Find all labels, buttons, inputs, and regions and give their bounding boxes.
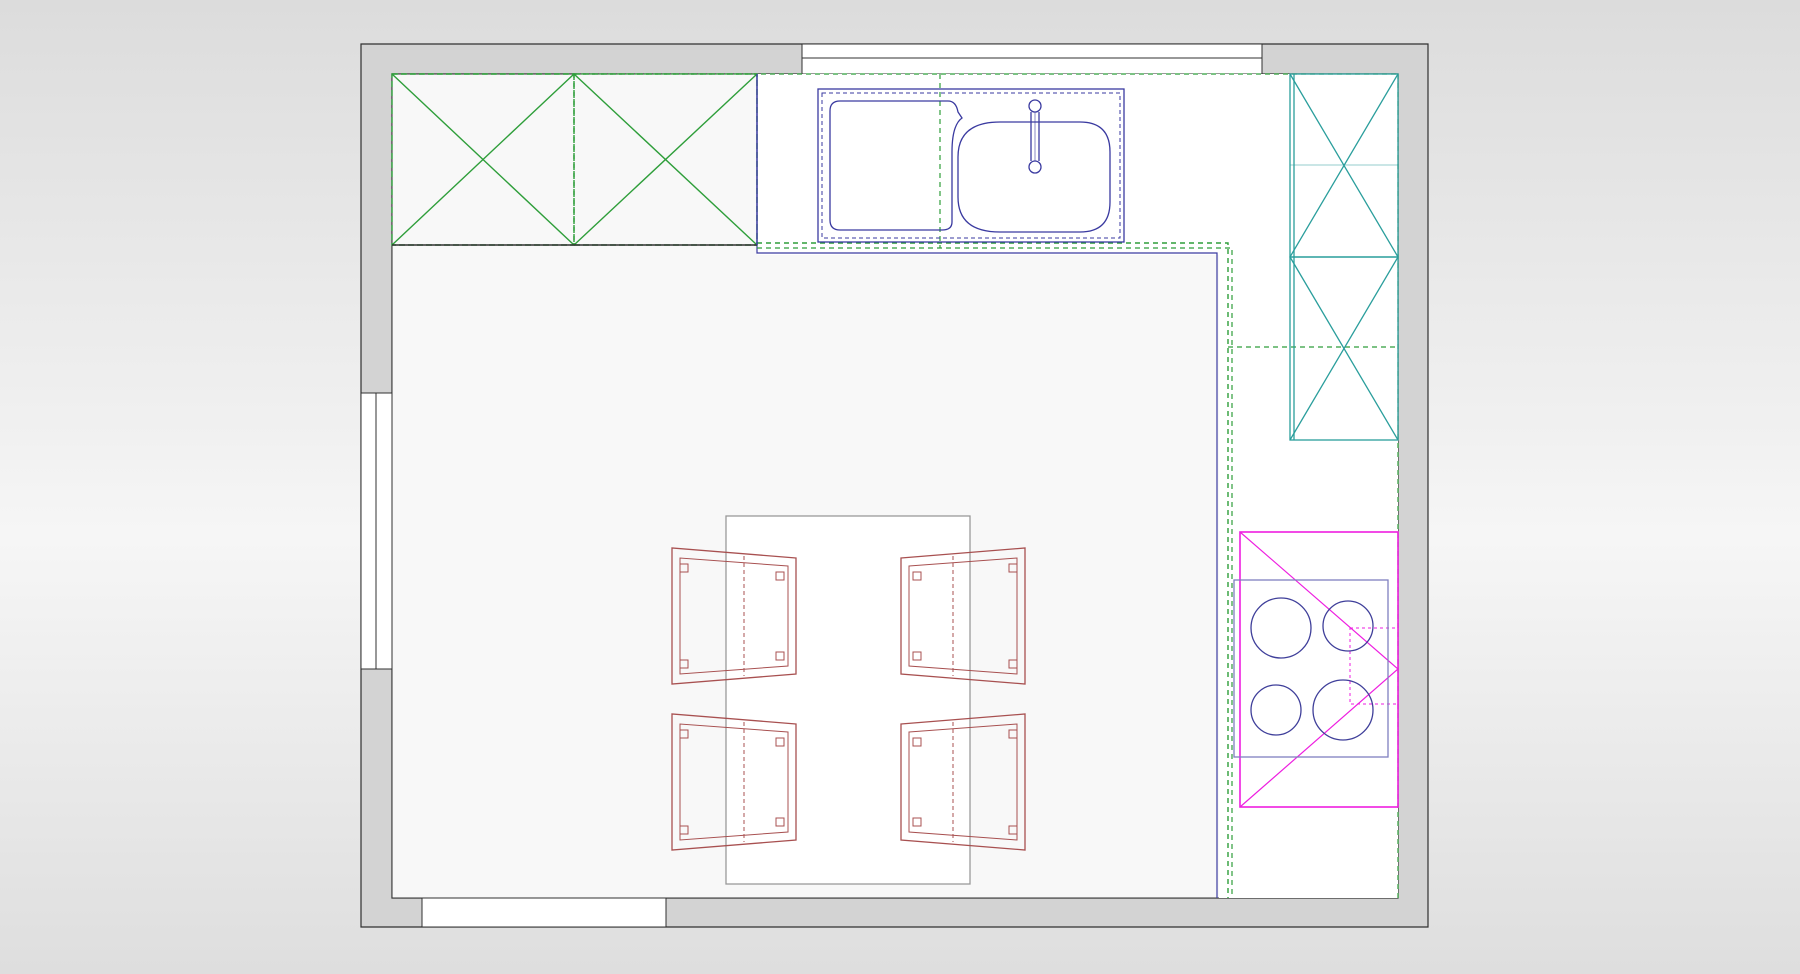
floor-plan-viewport [0, 0, 1800, 974]
window-left [360, 392, 393, 670]
door-bottom [421, 897, 667, 928]
kitchen-floor-plan [360, 43, 1429, 928]
window-top [801, 43, 1263, 75]
dining-table[interactable] [725, 515, 971, 885]
